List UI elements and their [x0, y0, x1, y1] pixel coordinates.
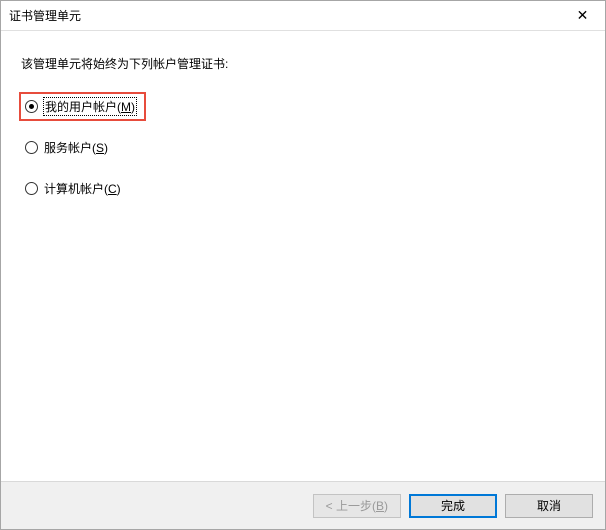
radio-icon — [25, 100, 38, 113]
option-my-user-account[interactable]: 我的用户帐户(M) — [19, 92, 146, 121]
option-computer-account[interactable]: 计算机帐户(C) — [19, 174, 129, 203]
radio-icon — [25, 141, 38, 154]
prompt-text: 该管理单元将始终为下列帐户管理证书: — [21, 55, 585, 72]
account-options-group: 我的用户帐户(M) 服务帐户(S) 计算机帐户(C) — [21, 92, 585, 203]
option-service-account-label: 服务帐户(S) — [44, 139, 108, 156]
option-service-account[interactable]: 服务帐户(S) — [19, 133, 116, 162]
close-icon: ✕ — [577, 7, 589, 24]
titlebar: 证书管理单元 ✕ — [1, 1, 605, 31]
cancel-button[interactable]: 取消 — [505, 494, 593, 518]
wizard-window: 证书管理单元 ✕ 该管理单元将始终为下列帐户管理证书: 我的用户帐户(M) 服务… — [0, 0, 606, 530]
window-title: 证书管理单元 — [9, 7, 81, 24]
radio-icon — [25, 182, 38, 195]
option-my-user-account-label: 我的用户帐户(M) — [44, 98, 136, 115]
wizard-body: 该管理单元将始终为下列帐户管理证书: 我的用户帐户(M) 服务帐户(S) 计算机… — [1, 31, 605, 481]
close-button[interactable]: ✕ — [560, 1, 605, 30]
wizard-button-row: < 上一步(B) 完成 取消 — [1, 481, 605, 529]
finish-button[interactable]: 完成 — [409, 494, 497, 518]
back-button: < 上一步(B) — [313, 494, 401, 518]
option-computer-account-label: 计算机帐户(C) — [44, 180, 121, 197]
